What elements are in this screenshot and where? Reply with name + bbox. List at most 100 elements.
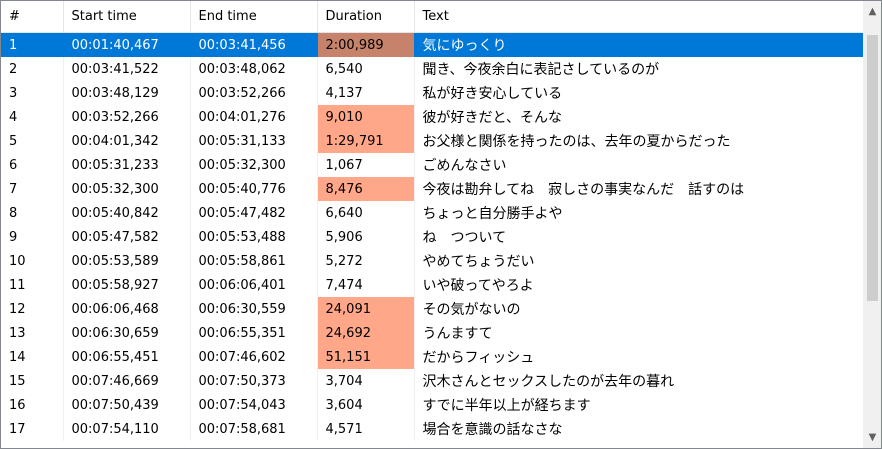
end-time-cell: 00:07:54,043 [190, 393, 318, 417]
text-cell: やめてちょうだい [414, 249, 864, 273]
row-number: 10 [1, 249, 64, 273]
duration-cell: 3,604 [317, 393, 415, 417]
start-time-cell: 00:06:06,468 [63, 297, 191, 321]
start-time-cell: 00:05:32,300 [63, 177, 191, 201]
table-row[interactable]: 15 00:07:46,669 00:07:50,373 3,704 沢木さんとセックス… [1, 369, 864, 393]
text-cell: 私が好き安心している [414, 81, 864, 105]
start-time-cell: 00:03:52,266 [63, 105, 191, 129]
table-row[interactable]: 9 00:05:47,582 00:05:53,488 5,906 ね つついて [1, 225, 864, 249]
end-time-cell: 00:07:50,373 [190, 369, 318, 393]
duration-cell: 24,091 [317, 297, 415, 321]
table-row[interactable]: 8 00:05:40,842 00:05:47,482 6,640 ちょっと自分勝手よや [1, 201, 864, 225]
table-row[interactable]: 14 00:06:55,451 00:07:46,602 51,151 だからフィッシュ [1, 345, 864, 369]
end-time-cell: 00:06:06,401 [190, 273, 318, 297]
end-time-cell: 00:03:48,062 [190, 57, 318, 81]
scroll-up-icon[interactable]: ▲ [864, 3, 881, 20]
vertical-scrollbar[interactable]: ▲ ▼ [863, 1, 881, 448]
text-cell: お父様と関係を持ったのは、去年の夏からだった [414, 129, 864, 153]
text-cell: 彼が好きだと、そんな [414, 105, 864, 129]
start-time-cell: 00:01:40,467 [63, 32, 191, 57]
table-row[interactable]: 3 00:03:48,129 00:03:52,266 4,137 私が好き安心している [1, 81, 864, 105]
row-number: 6 [1, 153, 64, 177]
scroll-down-icon[interactable]: ▼ [864, 429, 881, 446]
row-number: 1 [1, 32, 64, 57]
subtitle-list-view[interactable]: # Start time End time Duration Text 1 00:… [0, 0, 882, 449]
row-number: 15 [1, 369, 64, 393]
duration-cell: 24,692 [317, 321, 415, 345]
table-row[interactable]: 10 00:05:53,589 00:05:58,861 5,272 やめてちょうだい [1, 249, 864, 273]
row-number: 12 [1, 297, 64, 321]
header-row: # Start time End time Duration Text [1, 1, 864, 33]
end-time-cell: 00:05:53,488 [190, 225, 318, 249]
duration-cell: 51,151 [317, 345, 415, 369]
column-header-start-time[interactable]: Start time [63, 1, 191, 33]
text-cell: ごめんなさい [414, 153, 864, 177]
end-time-cell: 00:07:46,602 [190, 345, 318, 369]
row-number: 7 [1, 177, 64, 201]
start-time-cell: 00:07:54,110 [63, 417, 191, 441]
end-time-cell: 00:04:01,276 [190, 105, 318, 129]
table-row[interactable]: 7 00:05:32,300 00:05:40,776 8,476 今夜は勘弁してね 寂… [1, 177, 864, 201]
end-time-cell: 00:03:41,456 [190, 32, 318, 57]
table-row[interactable]: 12 00:06:06,468 00:06:30,559 24,091 その気がないの [1, 297, 864, 321]
start-time-cell: 00:03:48,129 [63, 81, 191, 105]
column-header-text[interactable]: Text [414, 1, 864, 33]
row-number: 9 [1, 225, 64, 249]
column-header-number[interactable]: # [1, 1, 64, 33]
text-cell: ちょっと自分勝手よや [414, 201, 864, 225]
start-time-cell: 00:04:01,342 [63, 129, 191, 153]
row-number: 13 [1, 321, 64, 345]
duration-cell: 5,906 [317, 225, 415, 249]
row-number: 3 [1, 81, 64, 105]
row-number: 5 [1, 129, 64, 153]
duration-cell: 6,540 [317, 57, 415, 81]
row-number: 14 [1, 345, 64, 369]
start-time-cell: 00:05:53,589 [63, 249, 191, 273]
end-time-cell: 00:05:32,300 [190, 153, 318, 177]
table-row[interactable]: 2 00:03:41,522 00:03:48,062 6,540 聞き、今夜余白に表記… [1, 57, 864, 81]
table-row[interactable]: 1 00:01:40,467 00:03:41,456 2:00,989 気にゆっくり [1, 32, 864, 57]
table-row[interactable]: 13 00:06:30,659 00:06:55,351 24,692 うんますて [1, 321, 864, 345]
text-cell: 気にゆっくり [414, 32, 864, 57]
scrollbar-thumb[interactable] [867, 35, 878, 301]
duration-cell: 5,272 [317, 249, 415, 273]
table-row[interactable]: 17 00:07:54,110 00:07:58,681 4,571 場合を意識の話なさ… [1, 417, 864, 441]
table-row[interactable]: 11 00:05:58,927 00:06:06,401 7,474 いや破ってやろよ [1, 273, 864, 297]
start-time-cell: 00:05:40,842 [63, 201, 191, 225]
duration-cell: 4,571 [317, 417, 415, 441]
end-time-cell: 00:07:58,681 [190, 417, 318, 441]
duration-cell: 8,476 [317, 177, 415, 201]
duration-cell: 3,704 [317, 369, 415, 393]
row-number: 17 [1, 417, 64, 441]
column-header-end-time[interactable]: End time [190, 1, 318, 33]
table-row[interactable]: 16 00:07:50,439 00:07:54,043 3,604 すでに半年以上が経… [1, 393, 864, 417]
text-cell: 今夜は勘弁してね 寂しさの事実なんだ 話すのは [414, 177, 864, 201]
end-time-cell: 00:05:58,861 [190, 249, 318, 273]
subtitle-table: # Start time End time Duration Text 1 00:… [1, 1, 864, 441]
start-time-cell: 00:06:55,451 [63, 345, 191, 369]
text-cell: 聞き、今夜余白に表記さしているのが [414, 57, 864, 81]
table-row[interactable]: 6 00:05:31,233 00:05:32,300 1,067 ごめんなさい [1, 153, 864, 177]
text-cell: すでに半年以上が経ちます [414, 393, 864, 417]
end-time-cell: 00:03:52,266 [190, 81, 318, 105]
row-number: 2 [1, 57, 64, 81]
row-number: 11 [1, 273, 64, 297]
row-number: 16 [1, 393, 64, 417]
start-time-cell: 00:05:47,582 [63, 225, 191, 249]
duration-cell: 4,137 [317, 81, 415, 105]
text-cell: 場合を意識の話なさな [414, 417, 864, 441]
table-row[interactable]: 5 00:04:01,342 00:05:31,133 1:29,791 お父様と関係を… [1, 129, 864, 153]
column-header-duration[interactable]: Duration [317, 1, 415, 33]
text-cell: だからフィッシュ [414, 345, 864, 369]
start-time-cell: 00:03:41,522 [63, 57, 191, 81]
row-number: 4 [1, 105, 64, 129]
start-time-cell: 00:05:58,927 [63, 273, 191, 297]
start-time-cell: 00:07:50,439 [63, 393, 191, 417]
duration-cell: 2:00,989 [317, 32, 415, 57]
start-time-cell: 00:07:46,669 [63, 369, 191, 393]
text-cell: いや破ってやろよ [414, 273, 864, 297]
table-row[interactable]: 4 00:03:52,266 00:04:01,276 9,010 彼が好きだと、そんな [1, 105, 864, 129]
duration-cell: 9,010 [317, 105, 415, 129]
duration-cell: 1:29,791 [317, 129, 415, 153]
duration-cell: 6,640 [317, 201, 415, 225]
